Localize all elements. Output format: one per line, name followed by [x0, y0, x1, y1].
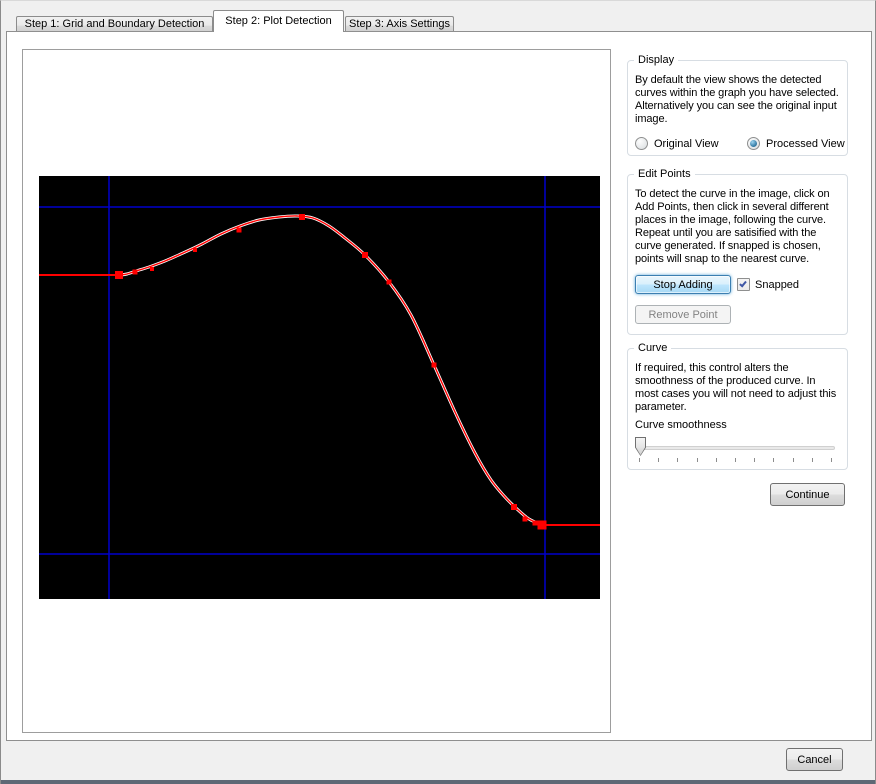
- tab-label: Step 2: Plot Detection: [225, 15, 331, 27]
- tab-label: Step 3: Axis Settings: [349, 18, 450, 30]
- display-groupbox: Display By default the view shows the de…: [627, 60, 848, 156]
- cancel-button[interactable]: Cancel: [786, 748, 843, 771]
- tab-step3-axis-settings[interactable]: Step 3: Axis Settings: [345, 16, 454, 32]
- slider-tick: [677, 458, 678, 462]
- curve-smoothness-slider[interactable]: [635, 437, 836, 463]
- slider-thumb-face: [636, 438, 645, 455]
- slider-tick: [754, 458, 755, 462]
- slider-tick: [812, 458, 813, 462]
- curve-group-title: Curve: [634, 342, 671, 354]
- tab-step2-plot-detection[interactable]: Step 2: Plot Detection: [213, 10, 344, 32]
- curve-description: If required, this control alters the smo…: [635, 362, 841, 414]
- plot-canvas[interactable]: [39, 176, 600, 599]
- slider-tick: [831, 458, 832, 462]
- view-radio-row: Original View Processed View: [628, 137, 847, 151]
- display-group-title: Display: [634, 54, 678, 66]
- curve-smoothness-label: Curve smoothness: [635, 419, 727, 431]
- original-view-radio[interactable]: [635, 137, 648, 150]
- slider-tick: [735, 458, 736, 462]
- edit-points-group-title: Edit Points: [634, 168, 695, 180]
- display-description: By default the view shows the detected c…: [635, 74, 841, 126]
- snapped-checkbox-label[interactable]: Snapped: [755, 279, 799, 291]
- slider-tick: [639, 458, 640, 462]
- plot-svg: [39, 176, 600, 599]
- snapped-checkbox[interactable]: [737, 278, 750, 291]
- slider-tick: [793, 458, 794, 462]
- tab-step1-grid-boundary[interactable]: Step 1: Grid and Boundary Detection: [16, 16, 213, 32]
- tab-page-plot-detection: Display By default the view shows the de…: [6, 31, 872, 741]
- slider-tick: [697, 458, 698, 462]
- slider-tick: [658, 458, 659, 462]
- remove-point-button[interactable]: Remove Point: [635, 305, 731, 324]
- plot-image-view: [22, 49, 611, 733]
- continue-button[interactable]: Continue: [770, 483, 845, 506]
- processed-view-radio-label[interactable]: Processed View: [766, 138, 845, 150]
- stop-adding-button[interactable]: Stop Adding: [635, 275, 731, 294]
- slider-tick: [773, 458, 774, 462]
- tab-label: Step 1: Grid and Boundary Detection: [25, 18, 205, 30]
- slider-track[interactable]: [636, 446, 835, 450]
- window-bottom-edge: [1, 780, 875, 784]
- edit-points-groupbox: Edit Points To detect the curve in the i…: [627, 174, 848, 335]
- processed-view-radio[interactable]: [747, 137, 760, 150]
- edit-points-description: To detect the curve in the image, click …: [635, 188, 841, 266]
- slider-tick: [716, 458, 717, 462]
- slider-thumb[interactable]: [635, 437, 646, 456]
- curve-groupbox: Curve If required, this control alters t…: [627, 348, 848, 470]
- dialog-window: Step 1: Grid and Boundary Detection Step…: [0, 0, 876, 784]
- original-view-radio-label[interactable]: Original View: [654, 138, 719, 150]
- checkmark-icon: [739, 280, 747, 288]
